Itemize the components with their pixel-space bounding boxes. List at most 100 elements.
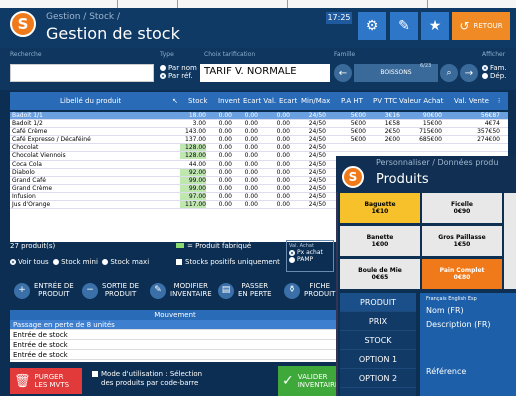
language-flags[interactable]: Français English Esp (426, 296, 510, 302)
table-cell: 0.00 (218, 128, 232, 136)
search-input[interactable] (10, 64, 154, 82)
panel-title: Produits (376, 172, 429, 187)
panel-tabs: PRODUIT PRIX STOCK OPTION 1 OPTION 2 (340, 293, 416, 396)
movement-row[interactable]: Entrée de stock (10, 350, 340, 360)
tab-option-2[interactable]: OPTION 2 (340, 369, 416, 388)
radio-pamp[interactable]: PAMP (289, 256, 331, 263)
movement-row[interactable]: Passage en perte de 8 unités (10, 320, 340, 330)
positive-stock-checkbox[interactable]: Stocks positifs uniquement (176, 258, 280, 266)
radio-stock-mini[interactable]: Stock mini (53, 258, 98, 266)
pamp-label: PAMP (297, 256, 314, 263)
table-row[interactable]: Café Expresso / Décaféiné 137.00 0.00 0.00 0… (10, 136, 508, 145)
family-next-button[interactable]: → (460, 64, 478, 82)
tab-produit[interactable]: PRODUIT (340, 293, 416, 312)
tile-price: 0€90 (453, 208, 471, 215)
fiche-button[interactable]: ⚱ FICHE PRODUIT (284, 276, 335, 306)
product-tile[interactable]: Gros Paillasse 1€50 (422, 226, 502, 256)
family-prev-button[interactable]: ← (334, 64, 352, 82)
modifier-button[interactable]: ✎ MODIFIER INVENTAIRE (150, 276, 212, 306)
tab-option-1[interactable]: OPTION 1 (340, 350, 416, 369)
radio-icon (482, 73, 488, 79)
col-header: Min/Max (301, 97, 331, 105)
tab-stock[interactable]: STOCK (340, 331, 416, 350)
table-row[interactable]: Chocolat 128.00 0.00 0.00 0.00 24/50 (10, 144, 508, 153)
table-cell: 0.00 (218, 144, 232, 152)
table-cell: 5€00 (350, 128, 366, 136)
clock-badge: 17:25 (326, 12, 352, 24)
fam-label: Fam. (490, 64, 507, 72)
product-tile[interactable]: Boule de Mie 0€65 (340, 259, 420, 289)
purger-button[interactable]: 🗑 PURGER LES MVTS (10, 368, 82, 394)
product-tile[interactable]: Ficelle 0€90 (422, 193, 502, 223)
product-tile[interactable]: Baguette 1€10 (340, 193, 420, 223)
movement-list: Passage en perte de 8 unités Entrée de s… (10, 320, 340, 362)
col-menu-icon[interactable]: ⁝ (498, 97, 500, 105)
radio-fam[interactable]: Fam. (482, 64, 507, 72)
stock-mini-label: Stock mini (61, 258, 98, 266)
barcode-mode-checkbox[interactable]: Mode d'utilisation : Sélection des produi… (92, 370, 202, 388)
description-label: Description (FR) (426, 320, 491, 329)
col-header: Stock (188, 97, 208, 105)
radio-voir-tous[interactable]: Voir tous (10, 258, 49, 266)
back-button[interactable]: ↺ RETOUR (452, 12, 510, 40)
table-cell: 44.00 (188, 160, 206, 168)
radio-par-nom[interactable]: Par nom (160, 64, 197, 72)
table-cell: 24/50 (308, 144, 326, 152)
table-row[interactable]: Café Crème 143.00 0.00 0.00 0.00 24/50 5€00 2€5… (10, 128, 508, 137)
table-cell: 97.00 (180, 192, 206, 200)
radio-dep[interactable]: Dép. (482, 72, 507, 80)
table-cell: 117.00 (180, 201, 206, 209)
trash-icon: ▤ (218, 283, 234, 299)
settings-button[interactable]: ⚙ (358, 12, 386, 40)
movement-row[interactable]: Entrée de stock (10, 340, 340, 350)
strip-cell (118, 0, 178, 8)
movement-row[interactable]: Entrée de stock (10, 330, 340, 340)
family-count: 6/23 (420, 63, 432, 69)
table-cell: 0.00 (276, 128, 290, 136)
checkbox-icon (176, 259, 182, 265)
table-cell: 128.00 (180, 152, 206, 160)
table-cell: 24/50 (308, 201, 326, 209)
family-search-button[interactable]: ⌕ (440, 64, 458, 82)
tab-prix[interactable]: PRIX (340, 312, 416, 331)
table-cell: Badoit 1/2 (12, 120, 43, 128)
perte-button[interactable]: ▤ PASSER EN PERTE (218, 276, 272, 306)
table-cell: 128.00 (180, 144, 206, 152)
table-cell: 0.00 (218, 136, 232, 144)
edit-button[interactable]: ✎ (390, 12, 418, 40)
table-row[interactable]: Badoit 1/2 3.00 0.00 0.00 0.00 24/50 5€00 1€58 1… (10, 120, 508, 129)
table-row[interactable]: Badoit 1/1 18.00 0.00 0.00 0.00 24/50 5€00 3€16… (10, 112, 508, 121)
search-label: Recherche (10, 51, 42, 58)
back-icon: ↺ (459, 19, 470, 33)
product-tile[interactable]: Banette 1€00 (340, 226, 420, 256)
table-cell: Infusion (12, 192, 36, 200)
chevron-down-icon: ▾ (322, 68, 326, 76)
table-cell: 685€00 (419, 136, 442, 144)
product-tile[interactable]: Pain Complet 0€80 (422, 259, 502, 289)
radio-par-ref[interactable]: Par réf. (160, 72, 197, 80)
entree-label: ENTRÉE DE PRODUIT (34, 282, 74, 298)
table-cell: 0.00 (218, 192, 232, 200)
family-label: Famille (334, 51, 356, 58)
table-cell: 24/50 (308, 136, 326, 144)
tarif-select[interactable]: TARIF V. NORMALE (200, 64, 330, 82)
green-swatch (176, 243, 184, 248)
page-title: Gestion de stock (46, 24, 180, 43)
radio-stock-maxi[interactable]: Stock maxi (102, 258, 149, 266)
type-radio-group: Par nom Par réf. (160, 64, 197, 80)
entree-button[interactable]: + ENTRÉE DE PRODUIT (14, 276, 74, 306)
sort-icon[interactable]: ↖ (172, 97, 178, 105)
tile-name: Gros Paillasse (438, 234, 486, 241)
table-cell: 24/50 (308, 120, 326, 128)
fiche-label: FICHE PRODUIT (304, 282, 336, 298)
table-cell: 24/50 (308, 184, 326, 192)
table-cell: 1€58 (384, 120, 400, 128)
radio-px-achat[interactable]: Px achat (289, 249, 331, 256)
minus-icon: − (82, 283, 98, 299)
valider-button[interactable]: ✓ VALIDER INVENTAIRE (278, 366, 340, 396)
table-cell: 24/50 (308, 152, 326, 160)
table-cell: 0.00 (276, 184, 290, 192)
breadcrumb: Gestion / Stock / (46, 12, 120, 22)
sortie-button[interactable]: − SORTIE DE PRODUIT (82, 276, 139, 306)
favorite-button[interactable]: ★ (421, 12, 449, 40)
